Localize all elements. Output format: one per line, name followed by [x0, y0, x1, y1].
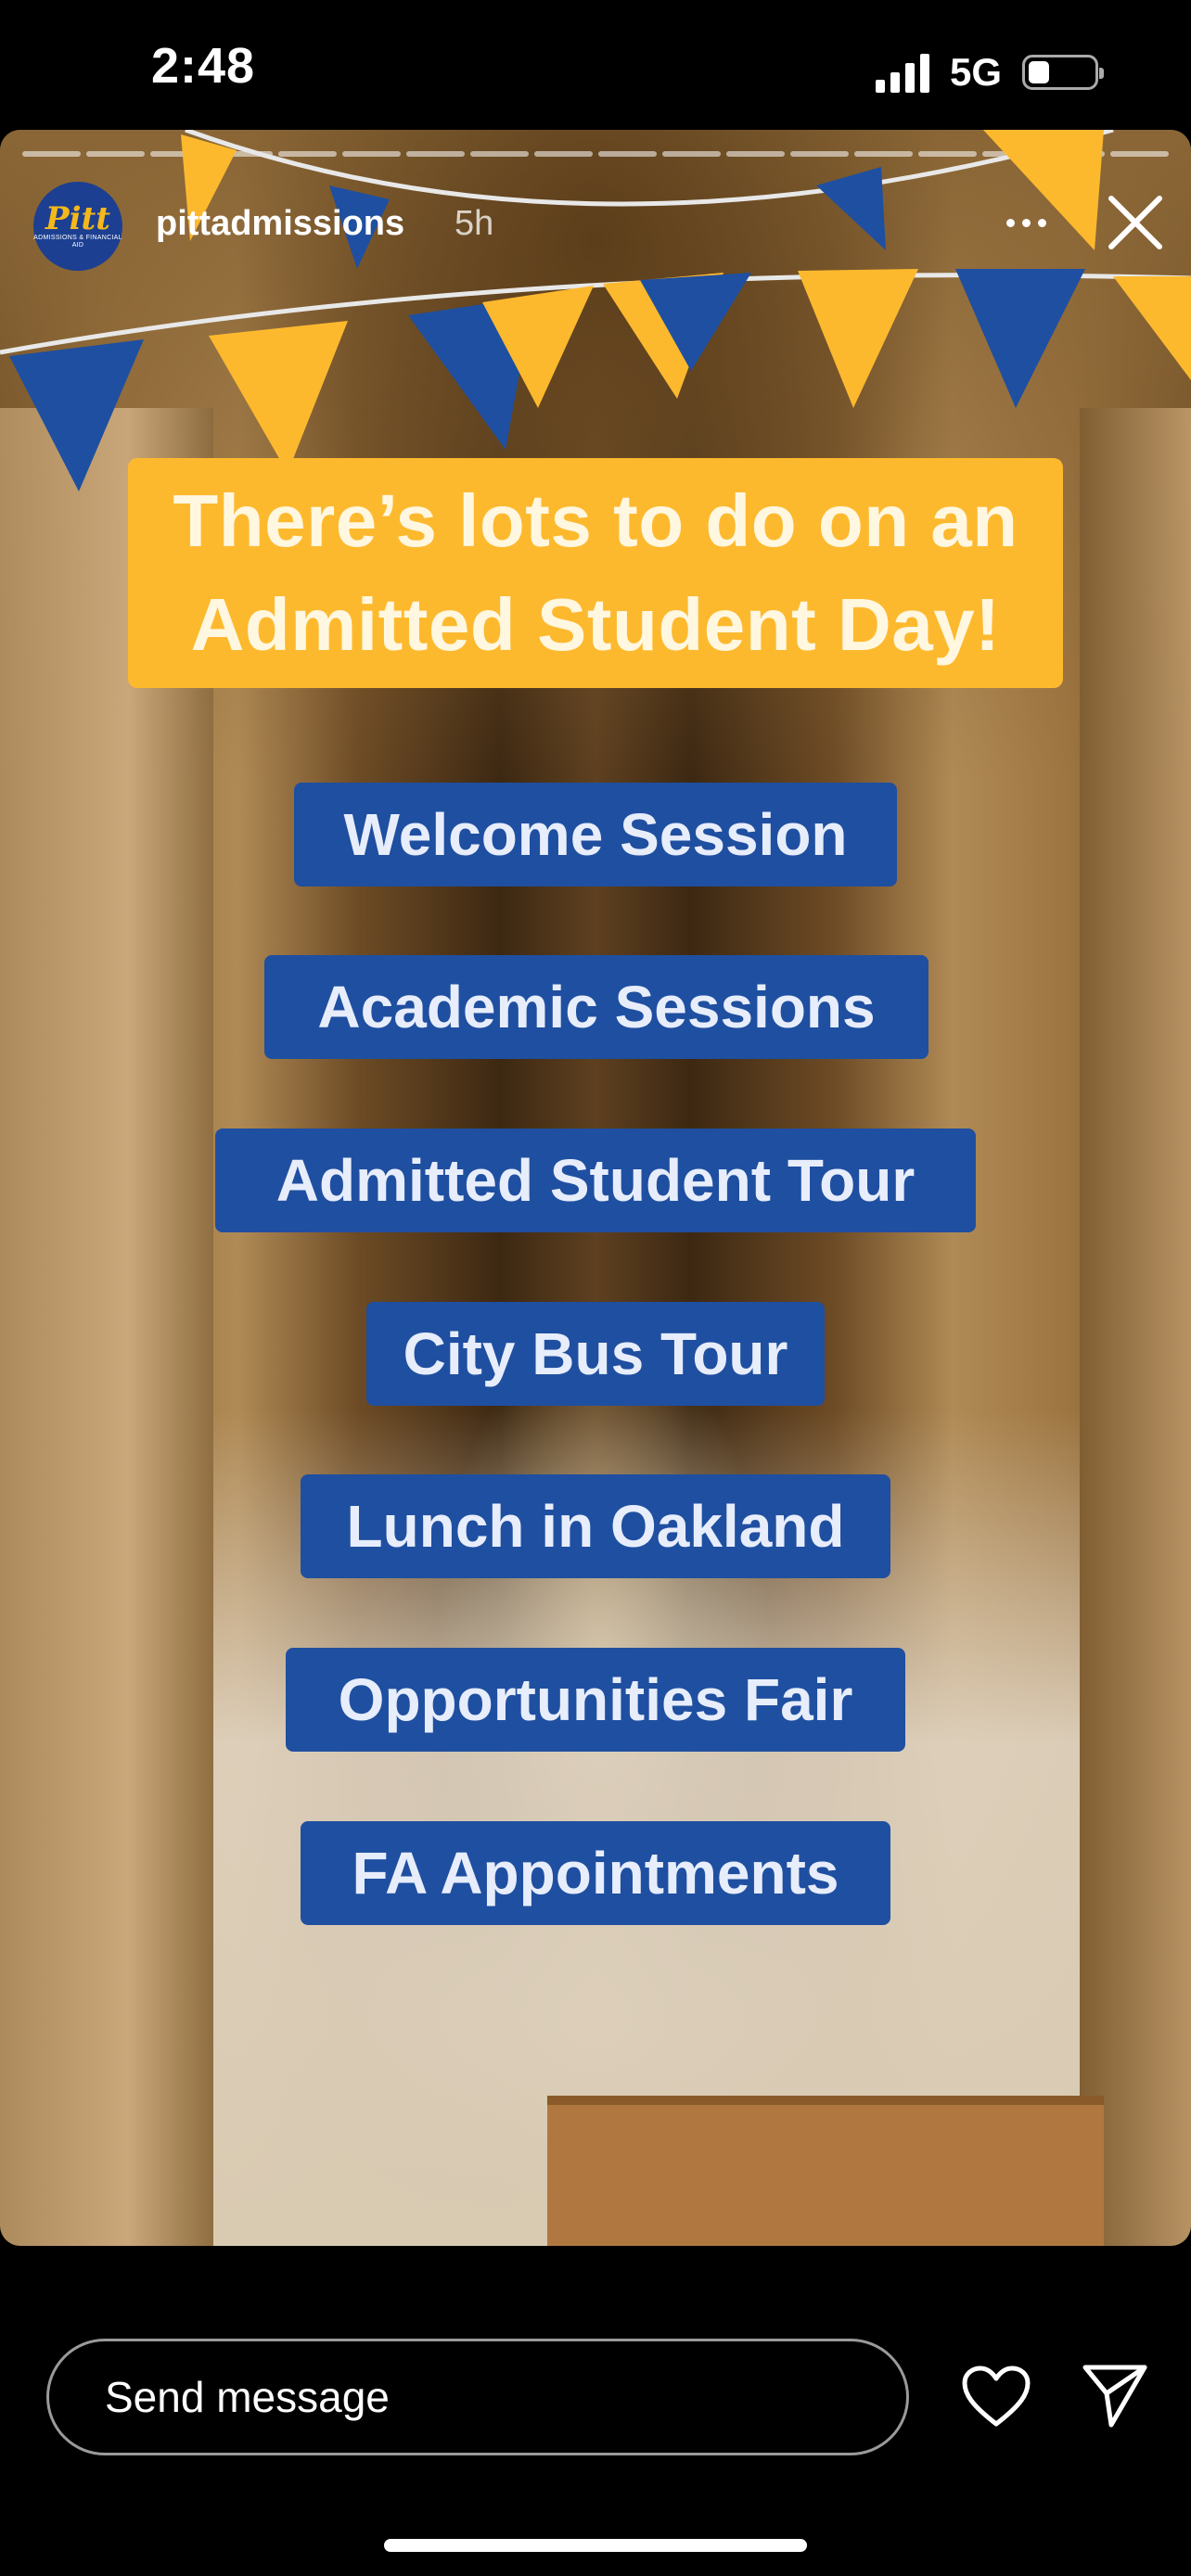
status-time: 2:48 — [151, 38, 256, 94]
close-icon[interactable] — [1106, 193, 1165, 252]
cellular-signal-icon — [875, 52, 929, 93]
account-username[interactable]: pittadmissions — [156, 204, 404, 244]
heart-icon[interactable] — [961, 2365, 1031, 2428]
status-bar: 2:48 5G — [0, 0, 1191, 130]
account-avatar[interactable]: Pitt ADMISSIONS & FINANCIAL AID — [33, 182, 122, 271]
agenda-item: Academic Sessions — [264, 955, 928, 1059]
story-title-line2: Admitted Student Day! — [190, 583, 1001, 666]
agenda-item: Admitted Student Tour — [215, 1129, 976, 1232]
more-options-icon[interactable] — [998, 204, 1054, 241]
avatar-logo-subtext: ADMISSIONS & FINANCIAL AID — [33, 235, 122, 249]
agenda-item: FA Appointments — [301, 1821, 890, 1925]
status-indicators: 5G — [875, 45, 1104, 100]
agenda-item: Opportunities Fair — [286, 1648, 905, 1752]
study-tables — [547, 2096, 1104, 2246]
right-pillar — [1080, 408, 1191, 2246]
pennant-bunting-decoration — [0, 130, 1191, 491]
story-title-line1: There’s lots to do on an — [173, 479, 1018, 562]
story-time-ago: 5h — [455, 204, 494, 243]
story-title-sticker: There’s lots to do on an Admitted Studen… — [128, 458, 1063, 688]
battery-icon — [1022, 55, 1104, 90]
avatar-logo-text: Pitt — [45, 200, 110, 237]
agenda-item: Welcome Session — [294, 783, 897, 886]
agenda-item: City Bus Tour — [366, 1302, 825, 1406]
send-message-input[interactable]: Send message — [46, 2339, 909, 2455]
agenda-item: Lunch in Oakland — [301, 1474, 890, 1578]
send-paper-plane-icon[interactable] — [1080, 2360, 1150, 2430]
story-title: There’s lots to do on an Admitted Studen… — [173, 469, 1018, 677]
network-type: 5G — [949, 50, 1002, 94]
home-indicator[interactable] — [384, 2539, 807, 2552]
